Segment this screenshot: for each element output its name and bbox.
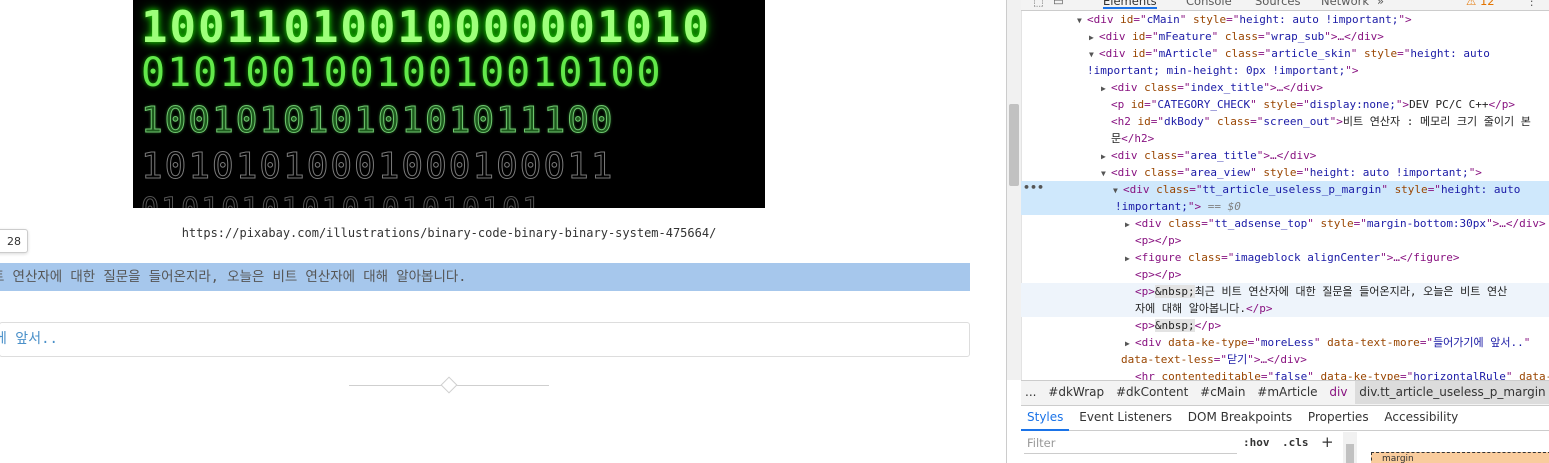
dom-node-moreless[interactable]: ▶ <div data-ke-type="moreLess" data-text-… <box>1021 334 1549 352</box>
new-rule-button[interactable]: + <box>1321 432 1334 452</box>
expanded-triangle-icon[interactable]: ▼ <box>1101 165 1111 182</box>
collapsed-triangle-icon[interactable]: ▶ <box>1089 29 1099 46</box>
warnings-badge[interactable]: ⚠ 12 <box>1466 0 1495 8</box>
dom-node-useless-p-margin-cont[interactable]: !important;"> == $0 <box>1021 198 1549 215</box>
dom-breadcrumb: ... #dkWrap #dkContent #cMain #mArticle … <box>1021 380 1549 406</box>
tab-event-listeners[interactable]: Event Listeners <box>1073 405 1178 429</box>
binary-row-5: 01010101010101010101 <box>141 192 765 209</box>
tab-styles[interactable]: Styles <box>1021 405 1070 431</box>
collapsed-triangle-icon[interactable]: ▶ <box>1101 148 1111 165</box>
collapsed-triangle-icon[interactable]: ▶ <box>1125 216 1135 233</box>
binary-code-image: 10011010010000001010 0101001001001001010… <box>133 0 765 208</box>
cls-toggle-button[interactable]: .cls <box>1282 433 1309 453</box>
dom-node-dkBody[interactable]: <h2 id="dkBody" class="screen_out">비트 연산… <box>1021 113 1549 130</box>
tab-dom-breakpoints[interactable]: DOM Breakpoints <box>1182 405 1298 429</box>
inspect-icon[interactable]: ⬚ <box>1033 0 1044 8</box>
binary-row-4: 10101010001000100011 <box>141 146 615 188</box>
dom-tree: ▼ <div id="cMain" style="height: auto !im… <box>1021 11 1549 383</box>
binary-row-3: 10010101010101011100 <box>141 100 615 142</box>
dom-node-useless-p-margin[interactable]: ▼ <div class="tt_article_useless_p_margin… <box>1021 181 1549 199</box>
expanded-triangle-icon[interactable]: ▼ <box>1077 12 1087 29</box>
expanded-triangle-icon[interactable]: ▼ <box>1113 182 1123 199</box>
article-page: 10011010010000001010 0101001001001001010… <box>0 0 1006 463</box>
styles-scrollbar-thumb[interactable] <box>1346 444 1354 463</box>
device-toggle-icon[interactable]: ▭ <box>1053 0 1064 8</box>
dom-node-p-empty-1[interactable]: <p></p> <box>1021 232 1549 249</box>
dom-node-p-intro-cont[interactable]: 자에 대해 알아봅니다.</p> <box>1021 300 1549 317</box>
breadcrumb-dkWrap[interactable]: #dkWrap <box>1044 381 1108 404</box>
tab-accessibility[interactable]: Accessibility <box>1378 405 1464 429</box>
dom-node-area-view[interactable]: ▼ <div class="area_view" style="height: a… <box>1021 164 1549 182</box>
dom-node-p-empty-2[interactable]: <p></p> <box>1021 266 1549 283</box>
styles-filter-input[interactable]: Filter <box>1024 433 1237 454</box>
box-model-margin: margin <box>1371 452 1549 463</box>
tab-sources[interactable]: Sources <box>1255 0 1301 8</box>
breadcrumb-dkContent[interactable]: #dkContent <box>1112 381 1192 404</box>
breadcrumb-overflow[interactable]: ... <box>1021 381 1040 404</box>
tab-properties[interactable]: Properties <box>1302 405 1375 429</box>
dom-node-mFeature[interactable]: ▶ <div id="mFeature" class="wrap_sub">…</… <box>1021 28 1549 46</box>
breadcrumb-mArticle[interactable]: #mArticle <box>1253 381 1321 404</box>
styles-tab-bar: Styles Event Listeners DOM Breakpoints P… <box>1021 405 1549 431</box>
dom-node-mArticle-cont[interactable]: !important; min-height: 0px !important;"… <box>1021 62 1549 79</box>
image-caption-link[interactable]: https://pixabay.com/illustrations/binary… <box>133 226 765 240</box>
more-tabs-icon[interactable]: » <box>1377 0 1384 8</box>
more-less-toggle[interactable]: 에 앞서.. <box>0 322 970 357</box>
collapsed-triangle-icon[interactable]: ▶ <box>1125 250 1135 267</box>
dom-node-index-title[interactable]: ▶ <div class="index_title">…</div> <box>1021 79 1549 97</box>
node-actions-icon[interactable]: ••• <box>1023 181 1044 194</box>
tab-console[interactable]: Console <box>1186 0 1232 8</box>
highlighted-paragraph[interactable]: 트 연산자에 대한 질문을 들어온지라, 오늘은 비트 연산자에 대해 알아봅니… <box>0 263 970 291</box>
breadcrumb-div[interactable]: div <box>1325 381 1351 404</box>
menu-icon[interactable]: ⋮ <box>1526 0 1538 8</box>
dom-node-p-nbsp[interactable]: <p>&nbsp;</p> <box>1021 317 1549 334</box>
dom-node-mArticle[interactable]: ▼ <div id="mArticle" class="article_skin"… <box>1021 45 1549 63</box>
dom-node-moreless-cont[interactable]: data-text-less="닫기">…</div> <box>1021 351 1549 368</box>
breadcrumb-cMain[interactable]: #cMain <box>1196 381 1249 404</box>
page-scrollbar[interactable] <box>1007 0 1022 380</box>
styles-filter-row: Filter :hov .cls + <box>1021 431 1351 455</box>
devtools-toolbar: ⬚ ▭ Elements Console Sources Network » ⚠… <box>1021 0 1549 11</box>
binary-row-2: 01010010010010010100 <box>141 50 663 96</box>
expanded-triangle-icon[interactable]: ▼ <box>1089 46 1099 63</box>
dom-node-p-intro[interactable]: <p>&nbsp;최근 비트 연산자에 대한 질문을 들어온지라, 오늘은 비트… <box>1021 283 1549 300</box>
dom-node-category-check[interactable]: <p id="CATEGORY_CHECK" style="display:no… <box>1021 96 1549 113</box>
hov-toggle-button[interactable]: :hov <box>1243 433 1270 453</box>
dom-node-imageblock[interactable]: ▶ <figure class="imageblock alignCenter">… <box>1021 249 1549 267</box>
tab-elements[interactable]: Elements <box>1103 0 1157 9</box>
dom-node-adsense-top[interactable]: ▶ <div class="tt_adsense_top" style="marg… <box>1021 215 1549 233</box>
horizontal-rule-diamond <box>440 376 458 394</box>
dom-node-area-title[interactable]: ▶ <div class="area_title">…</div> <box>1021 147 1549 165</box>
devtools-panel: ⬚ ▭ Elements Console Sources Network » ⚠… <box>1006 0 1549 463</box>
dom-node-dkBody-cont[interactable]: 문</h2> <box>1021 130 1549 147</box>
binary-row-1: 10011010010000001010 <box>141 2 711 53</box>
breadcrumb-selected[interactable]: div.tt_article_useless_p_margin <box>1355 381 1549 404</box>
collapsed-triangle-icon[interactable]: ▶ <box>1101 80 1111 97</box>
styles-scrollbar[interactable] <box>1343 432 1357 463</box>
dom-node-cMain[interactable]: ▼ <div id="cMain" style="height: auto !im… <box>1021 11 1549 29</box>
size-tooltip: 28 <box>0 229 28 253</box>
collapsed-triangle-icon[interactable]: ▶ <box>1125 335 1135 352</box>
page-scrollbar-thumb[interactable] <box>1009 104 1019 186</box>
tab-network[interactable]: Network <box>1321 0 1369 8</box>
